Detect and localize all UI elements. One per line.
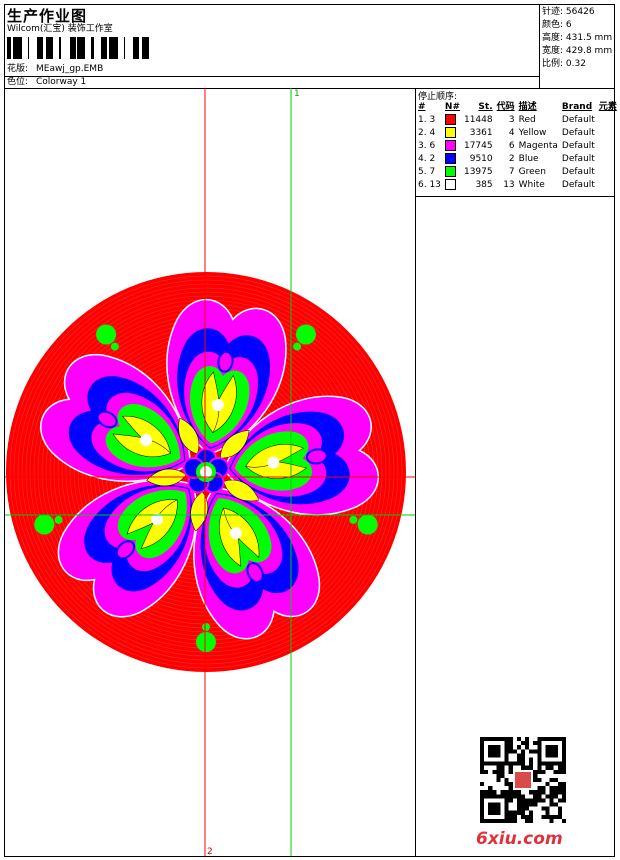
color-swatch <box>443 153 462 166</box>
stop-table-header: # N# St. 代码 描述 Brand 元素 <box>416 101 619 114</box>
element <box>597 114 619 127</box>
stop-sequence-table: # N# St. 代码 描述 Brand 元素 1. 3 11448 3 Red Def… <box>416 101 619 192</box>
color-description: White <box>518 180 545 190</box>
color-description: Yellow <box>518 128 547 138</box>
color-swatch-box <box>444 153 456 164</box>
green-dot <box>293 342 302 351</box>
color-code: 13 <box>503 180 515 190</box>
green-dot <box>110 342 119 351</box>
barcode <box>7 37 149 59</box>
color-swatch <box>443 114 462 127</box>
stop-table-divider <box>415 196 615 197</box>
col-code: 代码 <box>496 102 515 112</box>
page-title: 生产作业图 <box>7 7 88 25</box>
green-dot <box>349 515 358 524</box>
stop-index: 4. 2 <box>418 154 436 164</box>
green-accent <box>34 514 55 535</box>
horizontal-axis-label: 2 <box>207 847 213 857</box>
stop-row: 3. 6 17745 6 Magenta Default <box>416 140 619 153</box>
color-description: Red <box>518 115 536 125</box>
embroidery-design <box>5 88 415 856</box>
thread-brand: Default <box>561 180 595 190</box>
design-file-label: 花版: <box>7 64 29 74</box>
thread-brand: Default <box>561 115 595 125</box>
element <box>597 127 619 140</box>
green-dot <box>202 623 210 631</box>
stop-row: 6. 13 385 13 White Default <box>416 179 619 192</box>
color-code: 2 <box>508 154 515 164</box>
color-swatch <box>443 140 462 153</box>
qr-code-icon <box>480 737 566 823</box>
colorway-label: 色位: <box>7 77 29 87</box>
stop-index: 6. 13 <box>418 180 441 190</box>
thread-brand: Default <box>561 154 595 164</box>
thread-brand: Default <box>561 167 595 177</box>
stat-colors: 颜色: 6 <box>542 20 572 30</box>
col-stitches: St. <box>478 102 493 112</box>
green-dot <box>54 515 63 524</box>
stop-index: 3. 6 <box>418 141 436 151</box>
color-code: 7 <box>508 167 515 177</box>
color-code: 4 <box>508 128 515 138</box>
col-needle: N# <box>444 102 460 112</box>
design-file-name: MEawj_gp.EMB <box>36 64 104 74</box>
green-accent <box>295 324 316 345</box>
stat-stitches: 针迹: 56426 <box>542 7 595 17</box>
stat-scale: 比例: 0.32 <box>542 59 586 69</box>
green-accent <box>357 514 378 535</box>
stop-index: 1. 3 <box>418 115 436 125</box>
green-accent <box>96 324 117 345</box>
stitch-count: 17745 <box>463 141 493 151</box>
stop-index: 2. 4 <box>418 128 436 138</box>
color-swatch <box>443 179 462 192</box>
colorway-name: Colorway 1 <box>36 77 87 87</box>
stitch-count: 13975 <box>463 167 493 177</box>
stat-width: 宽度: 429.8 mm <box>542 46 613 56</box>
color-code: 6 <box>508 141 515 151</box>
color-swatch-box <box>444 127 456 138</box>
stop-row: 4. 2 9510 2 Blue Default <box>416 153 619 166</box>
color-code: 3 <box>508 115 515 125</box>
thread-brand: Default <box>561 128 595 138</box>
stop-index: 5. 7 <box>418 167 436 177</box>
col-description: 描述 <box>518 102 537 112</box>
col-index: # <box>418 102 426 112</box>
color-description: Green <box>518 167 546 177</box>
element <box>597 166 619 179</box>
element <box>597 179 619 192</box>
green-accent <box>196 632 216 652</box>
col-brand: Brand <box>561 102 593 112</box>
studio-subtitle: Wilcom(汇宝) 装饰工作室 <box>7 24 113 34</box>
stitch-count: 11448 <box>463 115 493 125</box>
vertical-axis-label: 1 <box>294 89 300 99</box>
color-swatch-box <box>444 166 456 177</box>
stop-row: 1. 3 11448 3 Red Default <box>416 114 619 127</box>
color-swatch <box>443 127 462 140</box>
site-watermark: 6xiu.com <box>476 829 563 849</box>
stat-height: 高度: 431.5 mm <box>542 33 613 43</box>
col-element: 元素 <box>598 102 617 112</box>
color-swatch-box <box>444 114 456 125</box>
design-preview <box>5 88 415 856</box>
panel-divider <box>415 88 416 857</box>
color-description: Magenta <box>518 141 558 151</box>
stitch-count: 385 <box>475 180 493 190</box>
stop-row: 2. 4 3361 4 Yellow Default <box>416 127 619 140</box>
thread-brand: Default <box>561 141 595 151</box>
element <box>597 153 619 166</box>
design-stats: 针迹: 56426 颜色: 6 高度: 431.5 mm 宽度: 429.8 m… <box>542 6 612 71</box>
color-swatch <box>443 166 462 179</box>
stitch-count: 9510 <box>469 154 493 164</box>
stop-row: 5. 7 13975 7 Green Default <box>416 166 619 179</box>
color-description: Blue <box>518 154 539 164</box>
color-swatch-box <box>444 140 456 151</box>
stats-divider <box>539 4 540 88</box>
color-swatch-box <box>444 179 456 190</box>
element <box>597 140 619 153</box>
stitch-count: 3361 <box>469 128 493 138</box>
